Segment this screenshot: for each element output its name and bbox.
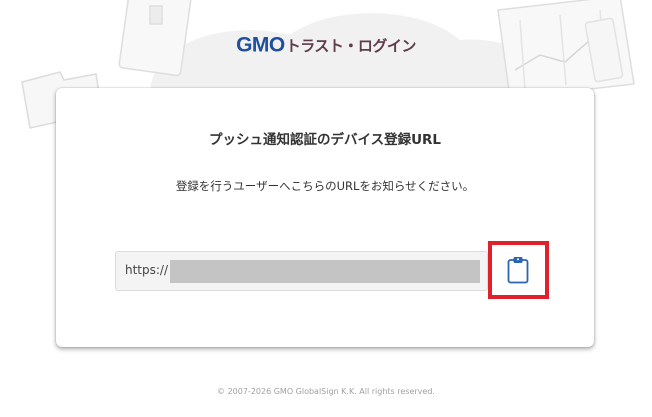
url-redacted-block	[170, 260, 480, 283]
card-description: 登録を行うユーザーへこちらのURLをお知らせください。	[175, 179, 475, 193]
url-prefix: https://	[125, 263, 169, 277]
copyright-footer: © 2007-2026 GMO GlobalSign K.K. All righ…	[217, 387, 435, 396]
copy-url-button[interactable]	[488, 241, 549, 299]
clipboard-icon	[507, 257, 529, 284]
logo-gmo-text: GMO	[236, 33, 285, 57]
card-title: プッシュ通知認証のデバイス登録URL	[208, 132, 442, 148]
url-field[interactable]: https://	[115, 251, 488, 291]
logo-product-text: トラスト・ログイン	[285, 36, 417, 55]
brand-logo: GMOトラスト・ログイン	[0, 34, 652, 57]
registration-card: プッシュ通知認証のデバイス登録URL 登録を行うユーザーへこちらのURLをお知ら…	[56, 88, 594, 347]
